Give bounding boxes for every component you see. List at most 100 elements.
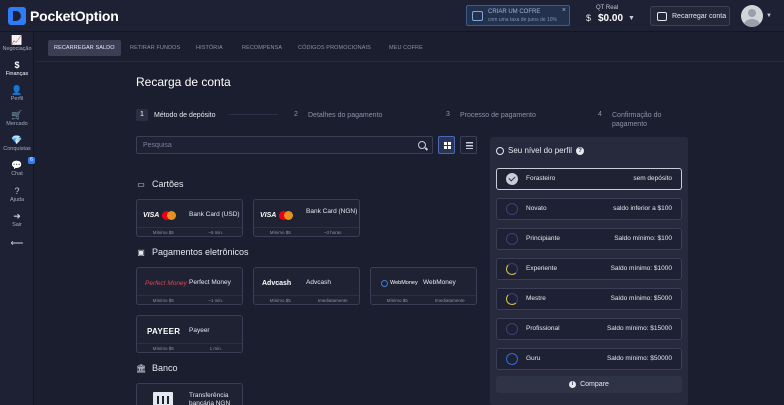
- promo-title: CRIAR UM COFRE: [488, 9, 541, 15]
- search-input[interactable]: [143, 140, 403, 151]
- level-progress-icon: [506, 233, 518, 245]
- method-info: Mínimo $5 ~5 min.: [137, 227, 242, 236]
- sidebar-item-negociacao[interactable]: 📈 Negociação: [0, 35, 34, 52]
- method-info: Mínimo $5 Imediatamente: [371, 295, 476, 304]
- level-row-guru[interactable]: Guru Saldo mínimo: $50000: [496, 348, 682, 370]
- balance-selector[interactable]: $ QT Real $0.00 ▼: [582, 4, 642, 28]
- sidebar-item-ajuda[interactable]: ? Ajuda: [0, 186, 34, 203]
- sidebar-item-financas[interactable]: $ Finanças: [0, 60, 34, 77]
- list-view-button[interactable]: [460, 136, 477, 154]
- compare-levels-button[interactable]: i Compare: [496, 376, 682, 393]
- info-icon: i: [569, 381, 577, 388]
- currency-icon: $: [586, 13, 592, 23]
- avatar[interactable]: [741, 5, 763, 27]
- perfect-money-logo: Perfect Money: [145, 279, 187, 287]
- help-icon[interactable]: ?: [576, 146, 585, 155]
- section-bank: 🏛 Banco: [136, 363, 178, 373]
- sidebar-item-label: Mercado: [6, 121, 28, 127]
- method-info: Mínimo $5 ~3 horas: [254, 227, 359, 236]
- brand-name: PocketOption: [30, 8, 119, 24]
- level-row-mestre[interactable]: Mestre Saldo mínimo: $5000: [496, 288, 682, 310]
- vault-promo-banner[interactable]: CRIAR UM COFRE com uma taxa de juros de …: [466, 5, 570, 26]
- account-type-label: QT Real: [596, 5, 619, 11]
- level-name: Forasteiro: [526, 175, 556, 182]
- vault-icon: [472, 11, 483, 21]
- person-icon: 👤: [11, 85, 23, 95]
- level-row-profissional[interactable]: Profissional Saldo mínimo: $15000: [496, 318, 682, 340]
- method-bank-transfer-ngn[interactable]: Transferência bancária NGN: [136, 383, 243, 405]
- tab-retirar-fundos[interactable]: RETIRAR FUNDOS: [130, 40, 180, 56]
- tab-recarregar-saldo[interactable]: RECARREGAR SALDO: [48, 40, 121, 56]
- advcash-logo: Advcash: [262, 279, 292, 287]
- level-row-novato[interactable]: Novato saldo inferior a $100: [496, 198, 682, 220]
- webmoney-icon: [381, 279, 388, 287]
- sidebar-item-mercado[interactable]: 🛒 Mercado: [0, 110, 34, 127]
- method-time: Imediatamente: [317, 298, 348, 303]
- level-name: Experiente: [526, 265, 558, 272]
- method-webmoney[interactable]: WebMoney WebMoney Mínimo $5 Imediatament…: [370, 267, 477, 305]
- sidebar-collapse-button[interactable]: ⟵: [0, 238, 34, 248]
- level-progress-icon: [506, 323, 518, 335]
- help-icon: ?: [14, 186, 20, 196]
- chat-unread-badge: 6: [28, 157, 35, 164]
- balance-value: $0.00: [598, 13, 624, 24]
- promo-subtitle: com uma taxa de juros de 10%: [488, 17, 557, 23]
- tab-codigos-promocionais[interactable]: CÓDIGOS PROMOCIONAIS: [298, 40, 371, 56]
- tab-recompensa[interactable]: RECOMPENSA: [242, 40, 282, 56]
- method-time: ~3 horas: [323, 230, 342, 235]
- sidebar-item-chat[interactable]: 💬 Chat 6: [0, 157, 35, 177]
- level-name: Profissional: [526, 325, 560, 332]
- method-advcash[interactable]: Advcash Advcash Mínimo $5 Imediatamente: [253, 267, 360, 305]
- method-time: ~1 min.: [208, 298, 224, 303]
- step-number: 1: [136, 109, 148, 121]
- sidebar-item-sair[interactable]: ➜ Sair: [0, 211, 34, 228]
- sidebar-item-perfil[interactable]: 👤 Perfil: [0, 85, 34, 102]
- recharge-account-button[interactable]: Recarregar conta: [650, 6, 730, 26]
- sidebar-item-label: Finanças: [5, 71, 29, 77]
- chevron-down-icon[interactable]: ▼: [766, 13, 772, 19]
- payeer-logo: PAYEER: [147, 326, 181, 336]
- chart-icon: 📈: [11, 35, 23, 45]
- method-name: Perfect Money: [189, 279, 231, 286]
- bank-icon: 🏛: [136, 363, 147, 373]
- method-payeer[interactable]: PAYEER Payeer Mínimo $5 1 min.: [136, 315, 243, 353]
- method-bank-card-usd[interactable]: VISA Bank Card (USD) Mínimo $5 ~5 min.: [136, 199, 243, 237]
- grid-view-button[interactable]: [438, 136, 455, 154]
- brand-logo[interactable]: PocketOption: [8, 7, 119, 25]
- profile-level-panel: Seu nível do perfil ? Forasteiro sem dep…: [490, 137, 688, 405]
- level-row-experiente[interactable]: Experiente Saldo mínimo: $1000: [496, 258, 682, 280]
- sidebar-item-conquistas[interactable]: 💎 Conquistas: [0, 135, 34, 152]
- level-name: Principiante: [526, 235, 560, 242]
- search-icon[interactable]: [418, 141, 426, 149]
- step-connector: [228, 114, 278, 115]
- method-bank-card-ngn[interactable]: VISA Bank Card (NGN) Mínimo $5 ~3 horas: [253, 199, 360, 237]
- level-row-principiante[interactable]: Principiante Saldo mínimo: $100: [496, 228, 682, 250]
- check-circle-icon: [506, 173, 518, 185]
- sidebar-item-label: Ajuda: [9, 197, 25, 203]
- level-progress-icon: [506, 293, 518, 305]
- method-min: Mínimo $5: [386, 298, 408, 303]
- close-icon[interactable]: ×: [562, 7, 566, 14]
- step-payment-process: 3 Processo de pagamento: [442, 109, 536, 121]
- level-requirement: Saldo mínimo: $1000: [610, 265, 672, 272]
- method-time: Imediatamente: [434, 298, 465, 303]
- method-perfect-money[interactable]: Perfect Money Perfect Money Mínimo $5 ~1…: [136, 267, 243, 305]
- method-info: Mínimo $5 ~1 min.: [137, 295, 242, 304]
- step-label: Detalhes do pagamento: [308, 112, 383, 119]
- grid-icon: [444, 142, 451, 149]
- method-min: Mínimo $5: [269, 298, 291, 303]
- finance-tabs: RECARREGAR SALDO RETIRAR FUNDOS HISTÓRIA…: [35, 32, 784, 62]
- step-number: 2: [294, 111, 298, 118]
- tab-historia[interactable]: HISTÓRIA: [196, 40, 223, 56]
- compare-label: Compare: [580, 381, 609, 388]
- dollar-icon: $: [14, 60, 20, 70]
- level-row-forasteiro[interactable]: Forasteiro sem depósito: [496, 168, 682, 190]
- method-time: 1 min.: [209, 346, 222, 351]
- bank-building-icon: [153, 392, 173, 405]
- step-label: Confirmação do pagamento: [612, 112, 662, 128]
- method-min: Mínimo $5: [152, 298, 174, 303]
- level-progress-icon: [506, 353, 518, 365]
- sidebar-item-label: Conquistas: [3, 146, 31, 152]
- tab-meu-cofre[interactable]: MEU COFRE: [389, 40, 423, 56]
- visa-mastercard-logo: VISA: [260, 208, 304, 222]
